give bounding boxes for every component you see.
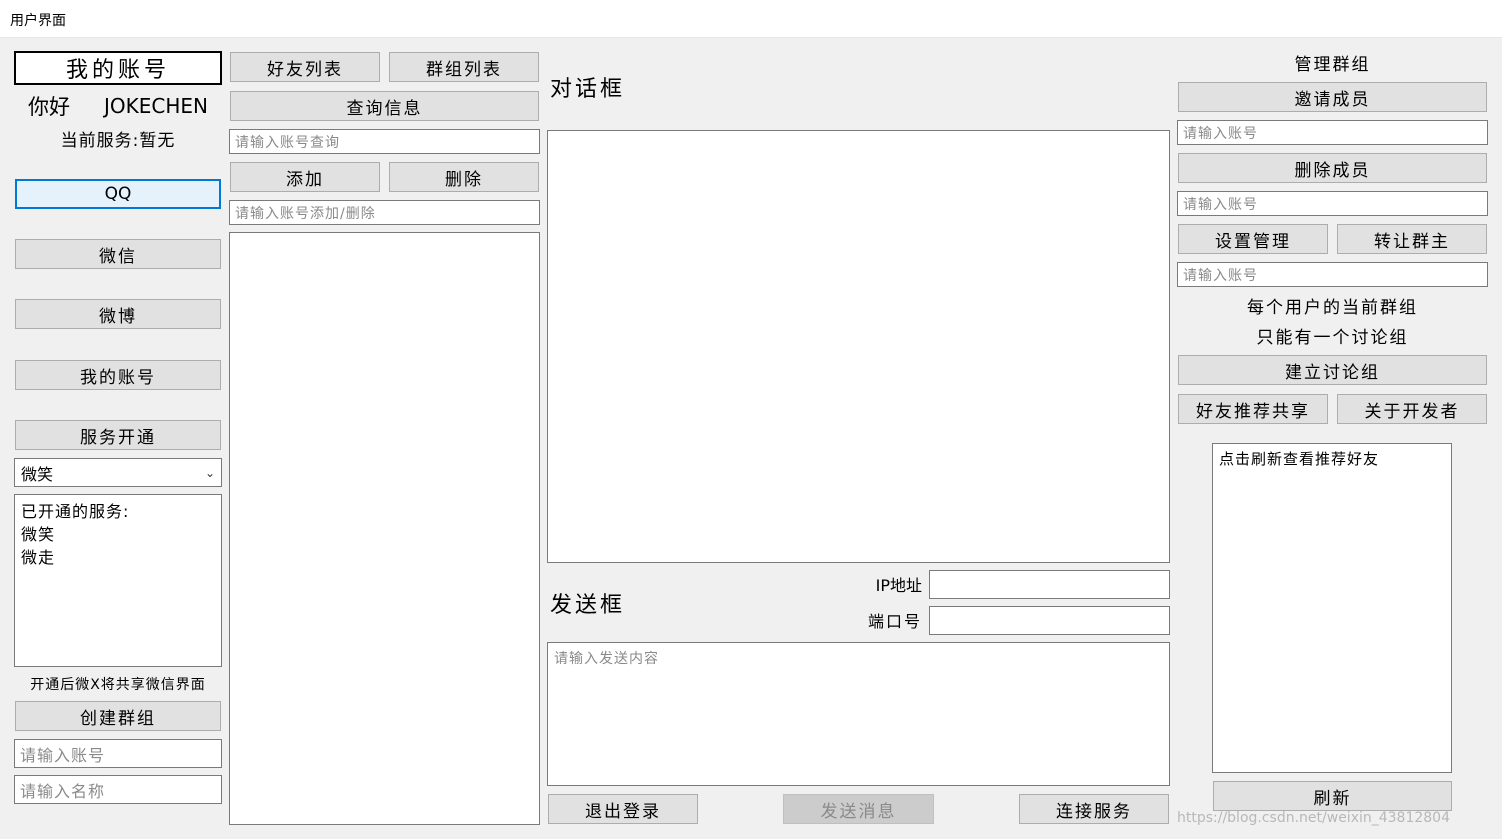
service-open-button[interactable]: 服务开通 [15, 420, 221, 450]
dialog-box[interactable] [547, 130, 1170, 563]
send-placeholder: 请输入发送内容 [554, 651, 659, 667]
send-textarea[interactable]: 请输入发送内容 [547, 642, 1170, 786]
add-delete-account-input[interactable]: 请输入账号添加/删除 [229, 200, 540, 225]
remove-account-input[interactable]: 请输入账号 [1177, 191, 1488, 216]
create-group-button[interactable]: 创建群组 [15, 701, 221, 731]
recommend-text: 点击刷新查看推荐好友 [1219, 450, 1380, 468]
current-service-label: 当前服务:暂无 [60, 130, 176, 151]
opened-services-box[interactable]: 已开通的服务: 微笑 微走 [14, 494, 222, 667]
invite-member-button[interactable]: 邀请成员 [1178, 82, 1487, 112]
friend-list-button[interactable]: 好友列表 [230, 52, 380, 82]
username-label: JOKECHEN [104, 94, 208, 118]
service-select[interactable]: 微笑 ⌄ [14, 458, 222, 487]
account-header: 我的账号 [14, 51, 222, 85]
group-name-input[interactable]: 请输入名称 [14, 775, 222, 804]
ip-input[interactable] [929, 570, 1170, 599]
delete-friend-button[interactable]: 删除 [389, 162, 539, 192]
remove-member-button[interactable]: 删除成员 [1178, 153, 1487, 183]
port-input[interactable] [929, 606, 1170, 635]
create-discussion-button[interactable]: 建立讨论组 [1178, 355, 1487, 385]
query-account-input[interactable]: 请输入账号查询 [229, 129, 540, 154]
group-note-line1: 每个用户的当前群组 [1247, 297, 1418, 318]
group-note-line2: 只能有一个讨论组 [1256, 327, 1409, 348]
invite-account-input[interactable]: 请输入账号 [1177, 120, 1488, 145]
refresh-button[interactable]: 刷新 [1213, 781, 1452, 811]
transfer-owner-button[interactable]: 转让群主 [1337, 224, 1487, 254]
dialog-label: 对话框 [550, 77, 626, 102]
group-account-input[interactable]: 请输入账号 [14, 739, 222, 768]
query-info-button[interactable]: 查询信息 [230, 91, 539, 121]
chevron-down-icon: ⌄ [204, 465, 215, 480]
manage-group-title: 管理群组 [1294, 54, 1371, 75]
connect-service-button[interactable]: 连接服务 [1019, 794, 1169, 824]
window-title: 用户界面 [10, 13, 66, 29]
friend-list-box[interactable] [229, 232, 540, 825]
title-bar: 用户界面 [0, 0, 1502, 38]
watermark-text: https://blog.csdn.net/weixin_43812804 [1176, 810, 1450, 826]
recommend-box[interactable]: 点击刷新查看推荐好友 [1212, 443, 1452, 773]
group-list-button[interactable]: 群组列表 [389, 52, 539, 82]
admin-account-input[interactable]: 请输入账号 [1177, 262, 1488, 287]
add-friend-button[interactable]: 添加 [230, 162, 380, 192]
logout-button[interactable]: 退出登录 [548, 794, 698, 824]
port-label: 端口号 [867, 612, 922, 631]
share-note-label: 开通后微X将共享微信界面 [30, 677, 206, 693]
service-select-value: 微笑 [21, 464, 54, 484]
greeting-label: 你好 [28, 95, 70, 119]
my-account-button[interactable]: 我的账号 [15, 360, 221, 390]
send-message-button[interactable]: 发送消息 [783, 794, 934, 824]
send-label: 发送框 [550, 593, 626, 618]
ip-label: IP地址 [875, 576, 922, 595]
wechat-button[interactable]: 微信 [15, 239, 221, 269]
about-developer-button[interactable]: 关于开发者 [1337, 394, 1487, 424]
weibo-button[interactable]: 微博 [15, 299, 221, 329]
set-admin-button[interactable]: 设置管理 [1178, 224, 1328, 254]
friend-share-button[interactable]: 好友推荐共享 [1178, 394, 1328, 424]
qq-button[interactable]: QQ [15, 179, 221, 209]
